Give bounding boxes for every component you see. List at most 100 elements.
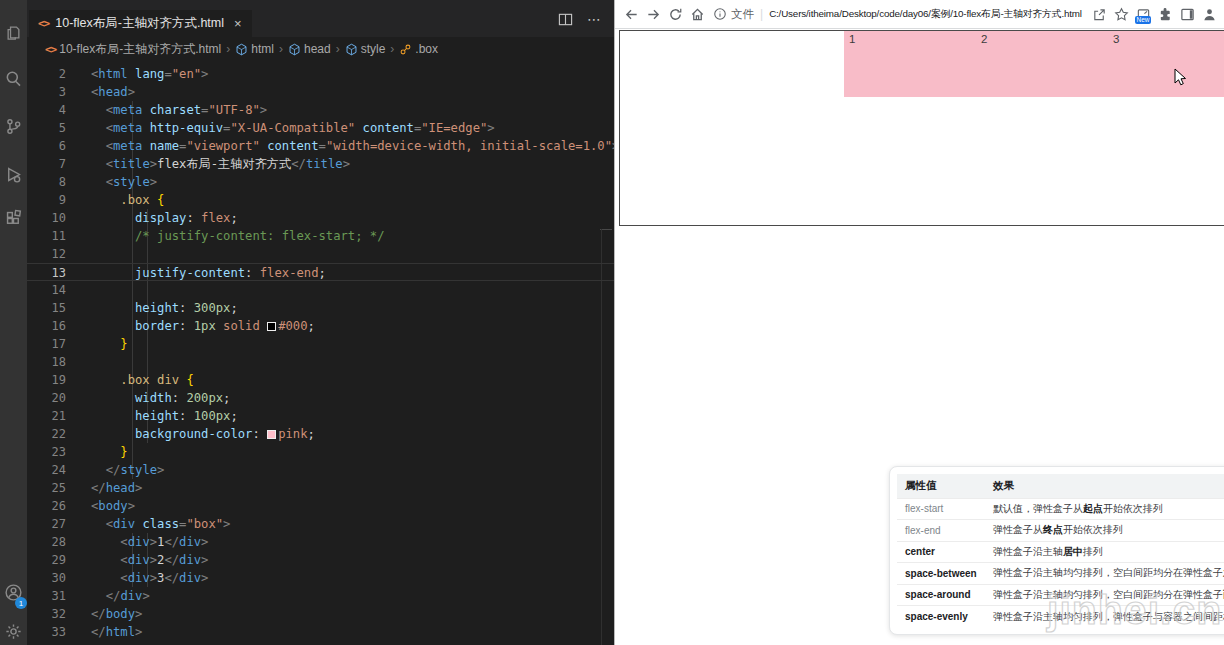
symbol-icon-class — [399, 43, 412, 56]
editor-more-icon[interactable]: ⋯ — [587, 11, 602, 27]
breadcrumb-item-box[interactable]: .box — [415, 42, 438, 56]
account-icon[interactable]: 1 — [0, 573, 27, 611]
line-number: 13 — [27, 264, 66, 280]
prop-value-cell: space-between — [897, 563, 985, 585]
code-line-3[interactable]: 3<head> — [27, 83, 614, 101]
code-line-14[interactable]: 14 — [27, 281, 614, 299]
code-line-27[interactable]: 27 <div class="box"> — [27, 515, 614, 533]
url-text[interactable]: C:/Users/itheima/Desktop/code/day06/案例/1… — [769, 8, 1082, 21]
code-line-33[interactable]: 33</html> — [27, 623, 614, 641]
code-line-19[interactable]: 19 .box div { — [27, 371, 614, 389]
line-number: 15 — [27, 299, 66, 317]
forward-icon[interactable] — [642, 3, 664, 25]
table-header-prop: 属性值 — [897, 474, 985, 498]
code-line-6[interactable]: 6 <meta name="viewport" content="width=d… — [27, 137, 614, 155]
code-line-7[interactable]: 7 <title>flex布局-主轴对齐方式</title> — [27, 155, 614, 173]
code-line-17[interactable]: 17 } — [27, 335, 614, 353]
line-number: 3 — [27, 83, 66, 101]
symbol-icon-html — [235, 43, 248, 56]
line-number: 11 — [27, 227, 66, 245]
code-line-10[interactable]: 10 display: flex; — [27, 209, 614, 227]
watermark: jinhei.cn — [1047, 587, 1222, 634]
source-control-icon[interactable] — [0, 106, 27, 146]
symbol-icon-head — [288, 43, 301, 56]
address-bar[interactable]: 文件 | C:/Users/itheima/Desktop/code/day06… — [713, 7, 1088, 22]
code-line-12[interactable]: 12 — [27, 245, 614, 263]
prop-value-cell: flex-start — [897, 498, 985, 520]
code-line-16[interactable]: 16 border: 1px solid #000; — [27, 317, 614, 335]
breadcrumb[interactable]: <> 10-flex布局-主轴对齐方式.html › html › head ›… — [27, 37, 614, 61]
line-number: 32 — [27, 605, 66, 623]
extensions-puzzle-icon[interactable] — [1154, 3, 1176, 25]
code-line-21[interactable]: 21 height: 100px; — [27, 407, 614, 425]
line-number: 2 — [27, 65, 66, 83]
prop-value-cell: space-evenly — [897, 606, 985, 628]
mouse-cursor — [1174, 68, 1187, 87]
code-line-24[interactable]: 24 </style> — [27, 461, 614, 479]
line-number: 14 — [27, 281, 66, 299]
side-panel-icon[interactable] — [1176, 3, 1198, 25]
back-icon[interactable] — [620, 3, 642, 25]
code-line-20[interactable]: 20 width: 200px; — [27, 389, 614, 407]
profile-icon[interactable] — [1198, 3, 1220, 25]
effect-cell: 弹性盒子沿主轴居中排列 — [985, 541, 1224, 563]
new-badge: New — [1135, 16, 1151, 24]
code-editor[interactable]: 2<html lang="en">3<head>4 <meta charset=… — [27, 61, 614, 645]
editor-area: <> 10-flex布局-主轴对齐方式.html × ⋯ <> 10-flex布… — [27, 0, 614, 645]
breadcrumb-item-style[interactable]: style — [361, 42, 386, 56]
explorer-icon[interactable] — [0, 12, 27, 52]
line-number: 6 — [27, 137, 66, 155]
breadcrumb-item-file[interactable]: 10-flex布局-主轴对齐方式.html — [59, 41, 221, 58]
code-line-15[interactable]: 15 height: 300px; — [27, 299, 614, 317]
code-line-31[interactable]: 31 </div> — [27, 587, 614, 605]
bookmark-star-icon[interactable] — [1110, 3, 1132, 25]
tab-close-icon[interactable]: × — [234, 16, 242, 31]
code-line-30[interactable]: 30 <div>3</div> — [27, 569, 614, 587]
prop-value-cell: center — [897, 541, 985, 563]
code-line-22[interactable]: 22 background-color: pink; — [27, 425, 614, 443]
breadcrumb-file-icon: <> — [45, 43, 56, 56]
search-icon[interactable] — [0, 58, 27, 98]
code-line-11[interactable]: 11 /* justify-content: flex-start; */ — [27, 227, 614, 245]
symbol-icon-style — [345, 43, 358, 56]
code-line-23[interactable]: 23 } — [27, 443, 614, 461]
line-number: 20 — [27, 389, 66, 407]
split-editor-icon[interactable] — [558, 12, 573, 27]
line-number: 30 — [27, 569, 66, 587]
code-line-29[interactable]: 29 <div>2</div> — [27, 551, 614, 569]
code-line-26[interactable]: 26<body> — [27, 497, 614, 515]
code-line-32[interactable]: 32</body> — [27, 605, 614, 623]
line-number: 21 — [27, 407, 66, 425]
line-number: 22 — [27, 425, 66, 443]
code-line-9[interactable]: 9 .box { — [27, 191, 614, 209]
code-line-8[interactable]: 8 <style> — [27, 173, 614, 191]
line-number: 18 — [27, 353, 66, 371]
browser-viewport: 123 属性值 效果 flex-start默认值，弹性盒子从起点开始依次排列fl… — [615, 29, 1224, 645]
settings-gear-icon[interactable] — [0, 611, 27, 645]
color-swatch[interactable] — [267, 322, 276, 331]
extensions-icon[interactable] — [0, 198, 27, 238]
code-line-4[interactable]: 4 <meta charset="UTF-8"> — [27, 101, 614, 119]
color-swatch[interactable] — [267, 430, 276, 439]
line-number: 16 — [27, 317, 66, 335]
screenshot-new-icon[interactable]: New — [1132, 3, 1154, 25]
code-line-25[interactable]: 25</head> — [27, 479, 614, 497]
info-icon[interactable] — [713, 7, 727, 21]
code-line-28[interactable]: 28 <div>1</div> — [27, 533, 614, 551]
breadcrumb-item-html[interactable]: html — [251, 42, 274, 56]
effect-cell: 默认值，弹性盒子从起点开始依次排列 — [985, 498, 1224, 520]
activity-bar: 1 — [0, 0, 27, 645]
code-line-18[interactable]: 18 — [27, 353, 614, 371]
run-debug-icon[interactable] — [0, 154, 27, 194]
code-line-13[interactable]: 13 justify-content: flex-end; — [27, 263, 614, 281]
table-row: center弹性盒子沿主轴居中排列 — [897, 541, 1224, 563]
line-number: 26 — [27, 497, 66, 515]
home-icon[interactable] — [686, 3, 708, 25]
share-icon[interactable] — [1088, 3, 1110, 25]
code-line-5[interactable]: 5 <meta http-equiv="X-UA-Compatible" con… — [27, 119, 614, 137]
tab-active[interactable]: <> 10-flex布局-主轴对齐方式.html × — [29, 10, 252, 37]
line-number: 12 — [27, 245, 66, 263]
reload-icon[interactable] — [664, 3, 686, 25]
code-line-2[interactable]: 2<html lang="en"> — [27, 65, 614, 83]
breadcrumb-item-head[interactable]: head — [304, 42, 331, 56]
